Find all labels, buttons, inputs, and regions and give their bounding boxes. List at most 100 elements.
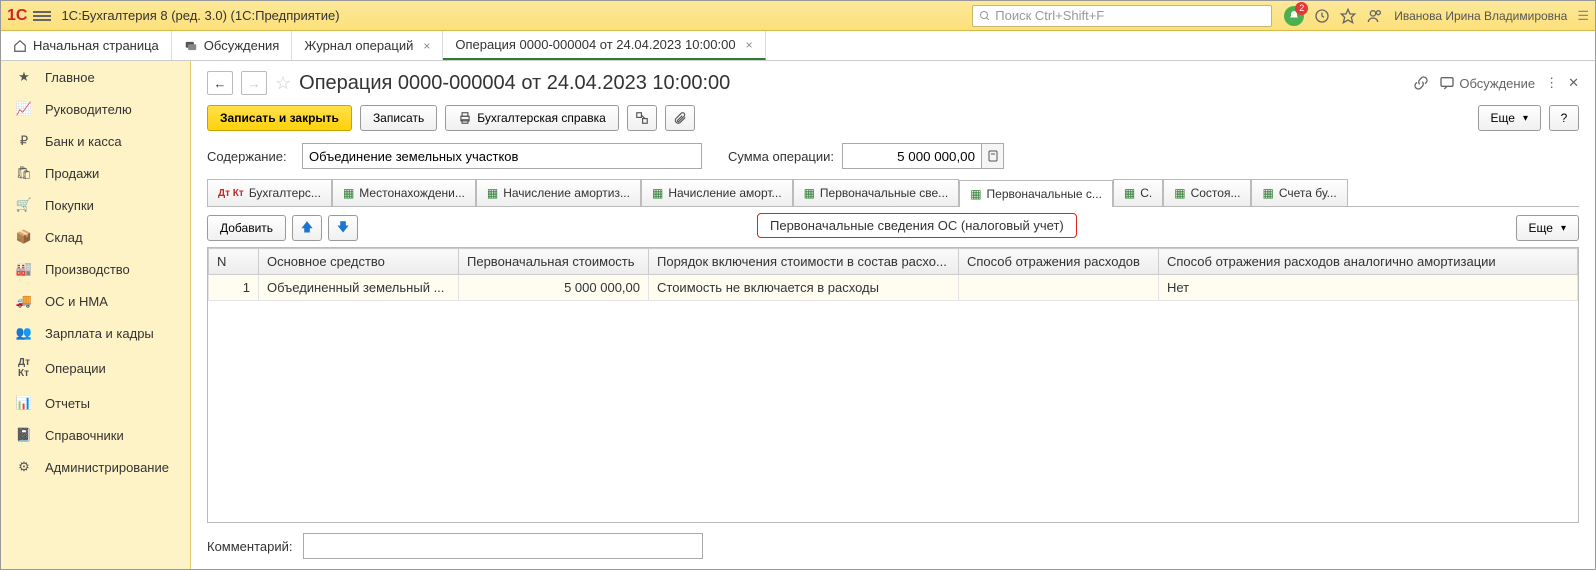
box-icon: 📦 [15, 229, 33, 245]
favorite-toggle[interactable]: ☆ [275, 73, 291, 94]
users-icon[interactable] [1366, 8, 1384, 24]
sidebar-item-production[interactable]: 🏭Производство [1, 253, 190, 285]
cell-cost[interactable]: 5 000 000,00 [459, 275, 649, 301]
cell-method-like[interactable]: Нет [1159, 275, 1578, 301]
sidebar-item-admin[interactable]: ⚙Администрирование [1, 451, 190, 483]
notifications-button[interactable]: 2 [1284, 6, 1304, 26]
content-input[interactable] [302, 143, 702, 169]
favorites-icon[interactable] [1340, 8, 1356, 24]
table-more-button[interactable]: Еще▾ [1516, 215, 1579, 241]
back-button[interactable]: ← [207, 71, 233, 95]
cell-method[interactable] [959, 275, 1159, 301]
document-tabs: Дт КтБухгалтерс... ▦Местонахождени... ▦Н… [207, 179, 1579, 207]
more-menu-icon[interactable]: ⋮ [1545, 75, 1558, 91]
close-button[interactable]: ✕ [1568, 75, 1579, 91]
forward-button[interactable]: → [241, 71, 267, 95]
table-icon: ▦ [1262, 186, 1273, 200]
tab-label: Начисление амортиз... [503, 186, 630, 200]
data-table[interactable]: N Основное средство Первоначальная стоим… [207, 247, 1579, 523]
sidebar-item-warehouse[interactable]: 📦Склад [1, 221, 190, 253]
col-asset[interactable]: Основное средство [259, 249, 459, 275]
doc-tab-initial2[interactable]: ▦ Первоначальные с... [959, 180, 1113, 207]
more-button[interactable]: Еще▾ [1478, 105, 1541, 131]
col-method-like[interactable]: Способ отражения расходов аналогично амо… [1159, 249, 1578, 275]
star-icon: ★ [15, 69, 33, 85]
attach-button[interactable] [665, 105, 695, 131]
dtkt-icon: ДтКт [15, 357, 33, 379]
add-row-button[interactable]: Добавить [207, 215, 286, 241]
sidebar-item-bank[interactable]: ₽ Банк и касса [1, 125, 190, 157]
search-input[interactable]: Поиск Ctrl+Shift+F [972, 5, 1272, 27]
sidebar-item-label: Главное [45, 70, 95, 85]
tab-label: Операция 0000-000004 от 24.04.2023 10:00… [455, 37, 735, 52]
sidebar: ★ Главное 📈Руководителю ₽ Банк и касса 🛍Пр… [1, 61, 191, 569]
close-icon[interactable]: × [746, 38, 753, 52]
cell-asset[interactable]: Объединенный земельный ... [259, 275, 459, 301]
tab-home[interactable]: Начальная страница [1, 31, 172, 60]
sidebar-item-purchases[interactable]: 🛒Покупки [1, 189, 190, 221]
user-menu-icon[interactable]: ☰ [1577, 8, 1589, 24]
doc-tab-accounts[interactable]: ▦Счета бу... [1251, 179, 1347, 206]
chart-icon: 📈 [15, 101, 33, 117]
doc-tab-s[interactable]: ▦С. [1113, 179, 1163, 206]
save-button[interactable]: Записать [360, 105, 437, 131]
sidebar-item-operations[interactable]: ДтКт Операции [1, 349, 190, 387]
doc-tab-accounting[interactable]: Дт КтБухгалтерс... [207, 179, 332, 206]
sidebar-item-catalogs[interactable]: 📓Справочники [1, 419, 190, 451]
discussion-button[interactable]: Обсуждение [1439, 75, 1535, 91]
col-method[interactable]: Способ отражения расходов [959, 249, 1159, 275]
comment-input[interactable] [303, 533, 703, 559]
history-icon[interactable] [1314, 8, 1330, 24]
truck-icon: 🚚 [15, 293, 33, 309]
sidebar-item-main[interactable]: ★ Главное [1, 61, 190, 93]
sum-input[interactable] [842, 143, 982, 169]
sidebar-item-manager[interactable]: 📈Руководителю [1, 93, 190, 125]
menu-icon[interactable] [33, 9, 51, 23]
tab-operation[interactable]: Операция 0000-000004 от 24.04.2023 10:00… [443, 31, 765, 60]
move-up-button[interactable]: 🡅 [292, 215, 322, 241]
logo-1c: 1C [7, 7, 27, 25]
factory-icon: 🏭 [15, 261, 33, 277]
doc-tab-deprec1[interactable]: ▦ Начисление амортиз... [476, 179, 641, 206]
table-icon: ▦ [970, 187, 981, 201]
table-icon: ▦ [487, 186, 498, 200]
bars-icon: 📊 [15, 395, 33, 411]
sidebar-item-label: Банк и касса [45, 134, 122, 149]
user-name[interactable]: Иванова Ирина Владимировна [1394, 9, 1567, 23]
sidebar-item-label: Администрирование [45, 460, 169, 475]
print-reference-button[interactable]: Бухгалтерская справка [445, 105, 619, 131]
doc-tab-status[interactable]: ▦Состоя... [1163, 179, 1251, 206]
sidebar-item-assets[interactable]: 🚚 ОС и НМА [1, 285, 190, 317]
save-close-button[interactable]: Записать и закрыть [207, 105, 352, 131]
tab-discussions[interactable]: Обсуждения [172, 31, 293, 60]
sidebar-item-payroll[interactable]: 👥Зарплата и кадры [1, 317, 190, 349]
help-button[interactable]: ? [1549, 105, 1579, 131]
link-icon[interactable] [1413, 75, 1429, 91]
doc-tab-deprec2[interactable]: ▦Начисление аморт... [641, 179, 793, 206]
sidebar-item-sales[interactable]: 🛍Продажи [1, 157, 190, 189]
sidebar-item-label: Операции [45, 361, 106, 376]
sidebar-item-reports[interactable]: 📊Отчеты [1, 387, 190, 419]
schema-button[interactable] [627, 105, 657, 131]
doc-tab-location[interactable]: ▦Местонахождени... [332, 179, 476, 206]
cell-order[interactable]: Стоимость не включается в расходы [649, 275, 959, 301]
table-row[interactable]: 1 Объединенный земельный ... 5 000 000,0… [209, 275, 1578, 301]
col-cost[interactable]: Первоначальная стоимость [459, 249, 649, 275]
move-down-button[interactable]: 🡇 [328, 215, 358, 241]
table-icon: ▦ [1174, 186, 1185, 200]
doc-tab-initial1[interactable]: ▦Первоначальные све... [793, 179, 960, 206]
tab-label: Начисление аморт... [668, 186, 781, 200]
cell-n[interactable]: 1 [209, 275, 259, 301]
tab-journal[interactable]: Журнал операций × [292, 31, 443, 60]
col-n[interactable]: N [209, 249, 259, 275]
chat-icon [184, 39, 198, 53]
calculator-button[interactable] [982, 143, 1004, 169]
sidebar-item-label: ОС и НМА [45, 294, 108, 309]
comment-label: Комментарий: [207, 539, 293, 554]
chevron-down-icon: ▾ [1561, 223, 1566, 234]
close-icon[interactable]: × [423, 39, 430, 53]
col-order[interactable]: Порядок включения стоимости в состав рас… [649, 249, 959, 275]
tab-label: Первоначальные с... [987, 187, 1102, 201]
ruble-icon: ₽ [15, 133, 33, 149]
bag-icon: 🛍 [15, 165, 33, 181]
